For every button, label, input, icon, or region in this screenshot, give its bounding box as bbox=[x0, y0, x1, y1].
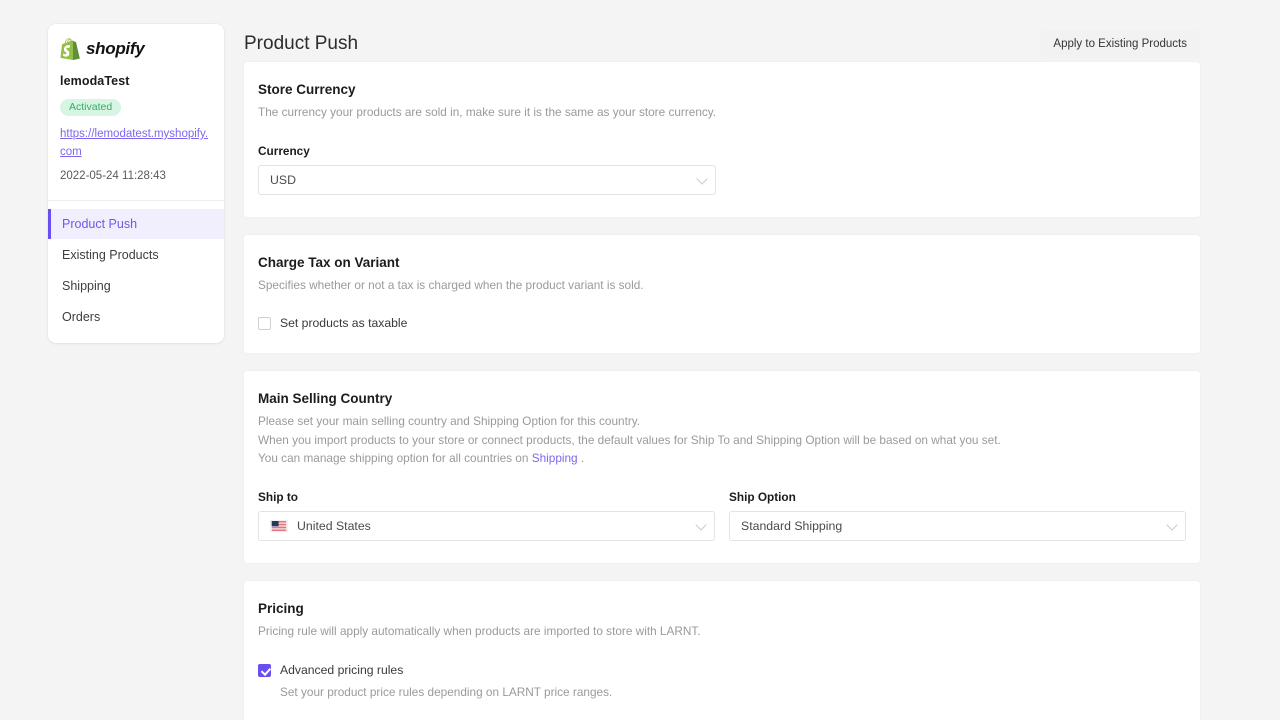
ship-option-label: Ship Option bbox=[729, 490, 796, 505]
main-selling-country-description-1: Please set your main selling country and… bbox=[258, 414, 641, 429]
main-selling-country-card: Main Selling Country Please set your mai… bbox=[244, 371, 1200, 564]
set-products-taxable-label: Set products as taxable bbox=[280, 316, 408, 331]
sidebar-item-label: Shipping bbox=[62, 278, 111, 293]
advanced-pricing-rules-sub-description: Set your product price rules depending o… bbox=[280, 685, 613, 700]
store-url-link[interactable]: https://lemodatest.myshopify.com bbox=[60, 126, 212, 162]
currency-select[interactable]: USD bbox=[258, 164, 716, 195]
shopify-bag-icon bbox=[60, 38, 80, 60]
ship-to-select[interactable]: United States bbox=[258, 511, 715, 542]
set-products-taxable-checkbox[interactable] bbox=[258, 317, 271, 331]
page-title: Product Push bbox=[244, 33, 359, 54]
main-selling-country-title: Main Selling Country bbox=[258, 391, 393, 407]
pricing-card: Pricing Pricing rule will apply automati… bbox=[244, 581, 1200, 720]
currency-label: Currency bbox=[258, 143, 310, 158]
sidebar-nav: Product Push Existing Products Shipping … bbox=[48, 201, 224, 332]
desc-3-pre: You can manage shipping option for all c… bbox=[258, 451, 532, 466]
ship-option-group: Ship Option Standard Shipping bbox=[729, 468, 1186, 542]
store-info-block: shopify lemodaTest Activated https://lem… bbox=[48, 24, 224, 192]
us-flag-icon bbox=[270, 520, 288, 533]
charge-tax-title: Charge Tax on Variant bbox=[258, 254, 400, 270]
charge-tax-card: Charge Tax on Variant Specifies whether … bbox=[244, 234, 1200, 354]
pricing-description: Pricing rule will apply automatically wh… bbox=[258, 624, 701, 639]
pricing-title: Pricing bbox=[258, 601, 304, 617]
sidebar-item-label: Existing Products bbox=[62, 247, 159, 262]
chevron-down-icon bbox=[695, 519, 707, 531]
sidebar-item-product-push[interactable]: Product Push bbox=[48, 208, 224, 239]
sidebar: shopify lemodaTest Activated https://lem… bbox=[48, 24, 224, 343]
advanced-pricing-rules-checkbox[interactable] bbox=[258, 663, 271, 677]
shopify-logo: shopify bbox=[60, 38, 212, 60]
store-currency-description: The currency your products are sold in, … bbox=[258, 105, 717, 119]
set-products-taxable-row[interactable]: Set products as taxable bbox=[258, 316, 1186, 331]
ship-to-label: Ship to bbox=[258, 490, 298, 505]
ship-to-group: Ship to United States bbox=[258, 468, 715, 542]
advanced-pricing-rules-label: Advanced pricing rules bbox=[280, 662, 404, 677]
advanced-pricing-rules-row[interactable]: Advanced pricing rules bbox=[258, 663, 1186, 678]
status-badge: Activated bbox=[60, 99, 122, 116]
main-content: Product Push Apply to Existing Products … bbox=[240, 0, 1280, 720]
main-selling-country-description-3: You can manage shipping option for all c… bbox=[258, 450, 1186, 468]
sidebar-item-shipping[interactable]: Shipping bbox=[48, 271, 224, 301]
shopify-wordmark: shopify bbox=[86, 39, 145, 58]
page-header: Product Push Apply to Existing Products bbox=[240, 0, 1280, 62]
sidebar-item-label: Product Push bbox=[62, 216, 138, 231]
main-selling-country-description-2: When you import products to your store o… bbox=[258, 432, 1001, 447]
shipping-link[interactable]: Shipping bbox=[532, 451, 578, 465]
chevron-down-icon bbox=[696, 173, 708, 185]
charge-tax-description: Specifies whether or not a tax is charge… bbox=[258, 277, 644, 292]
store-timestamp: 2022-05-24 11:28:43 bbox=[60, 169, 166, 182]
sidebar-item-label: Orders bbox=[62, 309, 101, 324]
currency-value: USD bbox=[270, 172, 296, 187]
apply-to-existing-products-button[interactable]: Apply to Existing Products bbox=[1040, 30, 1200, 58]
chevron-down-icon bbox=[1166, 519, 1178, 531]
desc-3-post: . bbox=[577, 451, 585, 466]
store-currency-title: Store Currency bbox=[258, 82, 356, 97]
ship-option-select[interactable]: Standard Shipping bbox=[729, 511, 1186, 542]
app-root: shopify lemodaTest Activated https://lem… bbox=[0, 0, 1280, 720]
sidebar-item-orders[interactable]: Orders bbox=[48, 302, 224, 332]
store-name: lemodaTest bbox=[60, 74, 130, 88]
country-fields-row: Ship to United States Ship Option Standa… bbox=[258, 468, 1186, 542]
sidebar-item-existing-products[interactable]: Existing Products bbox=[48, 240, 224, 270]
store-currency-card: Store Currency The currency your product… bbox=[244, 62, 1200, 217]
ship-option-value: Standard Shipping bbox=[741, 519, 843, 534]
ship-to-value: United States bbox=[297, 519, 371, 534]
